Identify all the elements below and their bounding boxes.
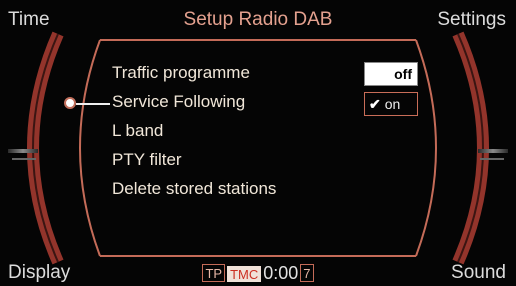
- toggle-on-label: on: [384, 96, 401, 112]
- menu-item-l-band[interactable]: L band: [112, 122, 276, 151]
- setup-menu: Traffic programme Service Following L ba…: [112, 64, 276, 209]
- tp-indicator: TP: [202, 264, 226, 282]
- check-icon: ✔: [369, 96, 381, 112]
- radio-setup-screen: Time Setup Radio DAB Settings Traffic pr…: [0, 0, 516, 286]
- on-off-toggle[interactable]: off ✔ on: [364, 62, 418, 120]
- preset-indicator: 7: [300, 264, 314, 282]
- settings-softkey[interactable]: Settings: [437, 10, 506, 29]
- menu-item-delete-stored-stations[interactable]: Delete stored stations: [112, 180, 276, 209]
- sound-softkey[interactable]: Sound: [451, 263, 506, 282]
- toggle-on-option[interactable]: ✔ on: [364, 92, 418, 116]
- selection-pointer-line: [76, 103, 110, 105]
- menu-item-service-following[interactable]: Service Following: [112, 93, 276, 122]
- selection-knob-icon: [64, 97, 76, 109]
- menu-item-pty-filter[interactable]: PTY filter: [112, 151, 276, 180]
- tmc-indicator: TMC: [227, 266, 262, 282]
- toggle-off-option[interactable]: off: [364, 62, 418, 86]
- toggle-off-label: off: [394, 66, 412, 82]
- menu-item-traffic-programme[interactable]: Traffic programme: [112, 64, 276, 93]
- status-bar: TP TMC 0:00 7: [0, 264, 516, 282]
- clock: 0:00: [263, 263, 299, 283]
